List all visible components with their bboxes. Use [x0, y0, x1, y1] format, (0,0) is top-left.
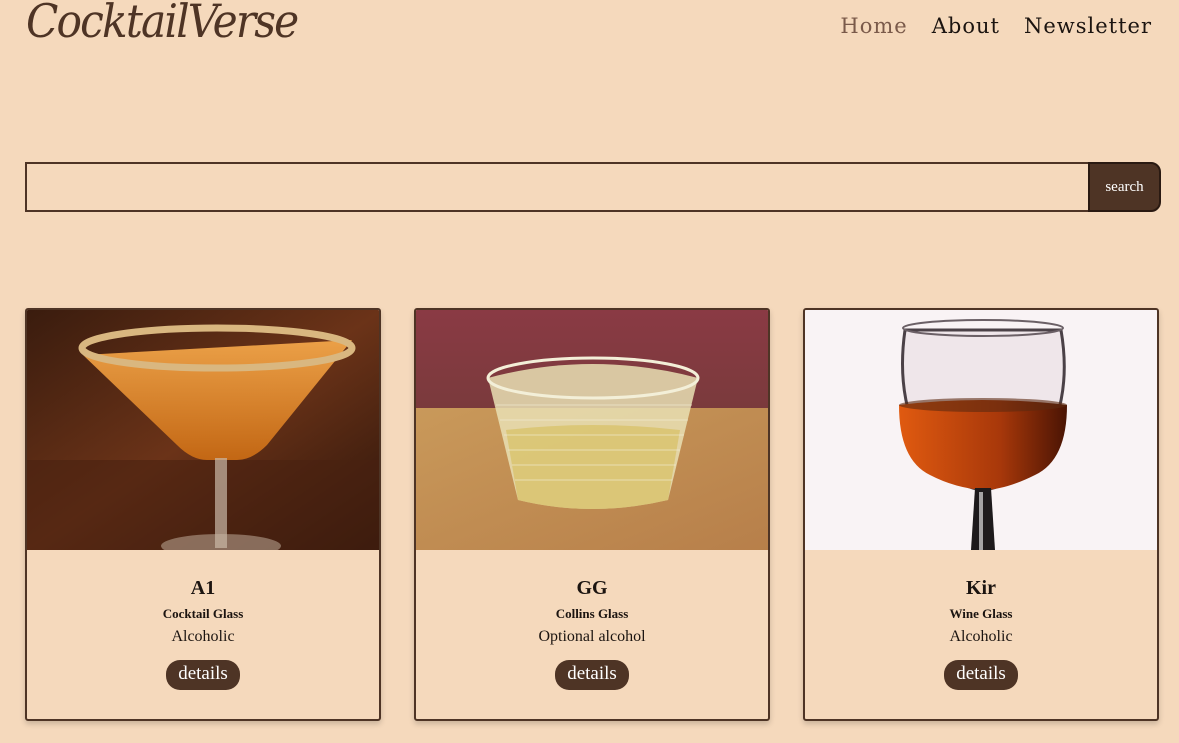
cocktail-card: A1 Cocktail Glass Alcoholic details: [25, 308, 381, 721]
nav-about[interactable]: About: [932, 14, 1000, 38]
alcoholic-status: Alcoholic: [171, 628, 235, 645]
cocktail-image: [416, 310, 768, 550]
cocktail-name: GG: [576, 577, 608, 599]
glass-type: Collins Glass: [555, 606, 629, 621]
cocktail-image: [805, 310, 1157, 550]
nav-newsletter[interactable]: Newsletter: [1024, 14, 1152, 38]
details-button[interactable]: details: [166, 660, 240, 690]
cocktail-list: A1 Cocktail Glass Alcoholic details GG C…: [25, 308, 1159, 721]
search-bar: search: [25, 162, 1161, 212]
site-logo[interactable]: CocktailVerse: [26, 0, 299, 48]
cocktail-image: [27, 310, 379, 550]
search-button[interactable]: search: [1088, 162, 1161, 212]
main-nav: Home About Newsletter: [840, 14, 1152, 38]
cocktail-name: A1: [190, 577, 216, 599]
search-input[interactable]: [25, 162, 1088, 212]
cocktail-card: GG Collins Glass Optional alcohol detail…: [414, 308, 770, 721]
nav-home[interactable]: Home: [840, 14, 907, 38]
cocktail-card: Kir Wine Glass Alcoholic details: [803, 308, 1159, 721]
cocktail-name: Kir: [966, 577, 996, 599]
glass-type: Wine Glass: [949, 606, 1013, 621]
alcoholic-status: Optional alcohol: [538, 628, 646, 645]
details-button[interactable]: details: [944, 660, 1018, 690]
glass-type: Cocktail Glass: [162, 606, 244, 621]
details-button[interactable]: details: [555, 660, 629, 690]
alcoholic-status: Alcoholic: [949, 628, 1013, 645]
